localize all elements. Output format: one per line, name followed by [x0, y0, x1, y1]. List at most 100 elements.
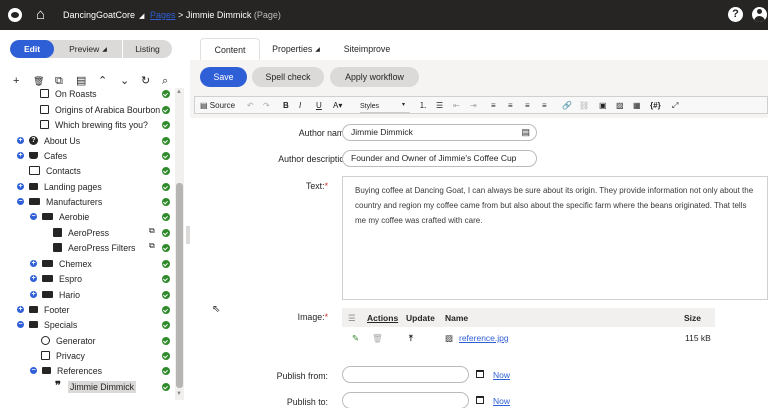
image-icon[interactable]: ▨: [616, 100, 624, 111]
tab-preview[interactable]: Preview ◢: [54, 40, 123, 58]
bulleted-list-icon[interactable]: ☰: [436, 100, 443, 111]
tree-node[interactable]: − Specials: [17, 317, 77, 332]
expand-icon[interactable]: +: [17, 306, 24, 313]
author-description-field[interactable]: Founder and Owner of Jimmie's Coffee Cup: [342, 150, 537, 167]
expand-icon[interactable]: +: [17, 183, 24, 190]
align-right-icon[interactable]: ≡: [525, 100, 530, 111]
publish-to-field[interactable]: [342, 392, 469, 408]
upload-icon[interactable]: ⤒: [409, 333, 413, 344]
move-up-icon[interactable]: ⌃: [98, 74, 107, 88]
expand-icon[interactable]: +: [30, 275, 37, 282]
home-icon[interactable]: ⌂: [36, 7, 45, 22]
tree-node[interactable]: − Aerobie: [30, 209, 89, 224]
menu-icon[interactable]: ☰: [348, 313, 356, 324]
contact-card-icon[interactable]: ▤: [521, 125, 530, 140]
tree-node[interactable]: Contacts: [29, 163, 81, 178]
widget-icon[interactable]: ▣: [599, 100, 607, 111]
tree-node[interactable]: + Landing pages: [17, 179, 102, 194]
save-button[interactable]: Save: [200, 67, 247, 87]
expand-icon[interactable]: +: [17, 152, 24, 159]
search-icon[interactable]: ⌕: [162, 74, 168, 88]
calendar-icon[interactable]: [476, 370, 484, 378]
macro-icon[interactable]: {#}: [650, 100, 661, 111]
collapse-icon[interactable]: −: [17, 321, 24, 328]
maximize-icon[interactable]: ⤢: [672, 100, 678, 111]
collapse-icon[interactable]: −: [17, 198, 24, 205]
user-avatar-icon[interactable]: [752, 7, 767, 22]
underline-icon[interactable]: U: [316, 100, 322, 111]
tree-node-selected[interactable]: ❞ Jimmie Dimmick: [55, 379, 137, 394]
collapse-icon[interactable]: −: [30, 367, 37, 374]
tab-properties[interactable]: Properties ◢: [260, 38, 332, 60]
redo-icon[interactable]: ↷: [263, 100, 270, 111]
tree-node[interactable]: AeroPress Filters: [53, 240, 135, 255]
delete-icon[interactable]: 🗑: [33, 74, 44, 88]
tree-node[interactable]: +? About Us: [17, 133, 80, 148]
calendar-icon[interactable]: [476, 396, 484, 404]
tree-node[interactable]: − Manufacturers: [17, 194, 102, 209]
tree-node[interactable]: + Espro: [30, 271, 82, 286]
publish-from-field[interactable]: [342, 366, 469, 383]
delete-icon[interactable]: 🗑: [372, 333, 383, 344]
tree-node[interactable]: Privacy: [41, 348, 85, 363]
author-name-field[interactable]: Jimmie Dimmick ▤: [342, 124, 537, 141]
edit-pencil-icon[interactable]: ✎: [352, 333, 359, 344]
expand-icon[interactable]: +: [30, 260, 37, 267]
move-down-icon[interactable]: ⌄: [120, 74, 129, 88]
tab-edit[interactable]: Edit: [10, 40, 54, 58]
justify-icon[interactable]: ≡: [542, 100, 547, 111]
tab-siteimprove[interactable]: Siteimprove: [332, 38, 402, 60]
outdent-icon[interactable]: ⇤: [453, 100, 460, 111]
text-color-icon[interactable]: A▾: [333, 100, 342, 111]
tree-node[interactable]: − References: [30, 363, 102, 378]
copy-icon[interactable]: ⧉: [55, 74, 63, 88]
kentico-logo-icon[interactable]: [8, 8, 22, 22]
move-icon[interactable]: ▤: [76, 74, 86, 88]
indent-icon[interactable]: ⇥: [470, 100, 477, 111]
publish-from-now-link[interactable]: Now: [493, 370, 510, 380]
attachment-name-link[interactable]: reference.jpg: [459, 333, 509, 343]
undo-icon[interactable]: ↶: [247, 100, 254, 111]
breadcrumb-pages-link[interactable]: Pages: [150, 10, 176, 20]
refresh-icon[interactable]: ↻: [141, 74, 150, 88]
tree-node[interactable]: Which brewing fits you?: [40, 117, 148, 132]
scroll-down-icon[interactable]: ▼: [176, 391, 182, 397]
italic-icon[interactable]: I: [299, 100, 301, 111]
text-editor[interactable]: Buying coffee at Dancing Goat, I can alw…: [342, 176, 768, 300]
bold-icon[interactable]: B: [283, 100, 289, 111]
styles-dropdown[interactable]: Styles ▾: [360, 100, 410, 113]
help-icon[interactable]: ?: [728, 7, 743, 22]
align-left-icon[interactable]: ≡: [491, 100, 496, 111]
publish-to-now-link[interactable]: Now: [493, 396, 510, 406]
column-actions[interactable]: Actions: [367, 313, 398, 323]
align-center-icon[interactable]: ≡: [508, 100, 513, 111]
site-selector[interactable]: DancingGoatCore ◢: [63, 10, 144, 20]
unlink-icon[interactable]: ⛓: [579, 100, 589, 111]
tree-node[interactable]: + Footer: [17, 302, 69, 317]
expand-icon[interactable]: +: [30, 291, 37, 298]
numbered-list-icon[interactable]: ⒈: [419, 100, 427, 111]
add-page-icon[interactable]: +: [13, 74, 19, 88]
tree-scrollbar[interactable]: ▲ ▼: [175, 88, 184, 400]
table-icon[interactable]: ▦: [633, 100, 641, 111]
tree-node[interactable]: Generator: [41, 333, 96, 348]
scroll-up-icon[interactable]: ▲: [176, 89, 182, 95]
link-icon[interactable]: 🔗: [562, 100, 572, 111]
source-button[interactable]: ▤ Source: [200, 100, 235, 111]
tab-listing[interactable]: Listing: [123, 40, 172, 58]
tree-node[interactable]: + Chemex: [30, 256, 92, 271]
collapse-icon[interactable]: −: [30, 213, 37, 220]
scrollbar-thumb[interactable]: [176, 183, 183, 388]
tree-node[interactable]: AeroPress: [53, 225, 109, 240]
external-link-icon[interactable]: ⧉: [149, 241, 155, 251]
tree-node[interactable]: Origins of Arabica Bourbon: [40, 102, 160, 117]
tree-node[interactable]: On Roasts: [40, 88, 97, 101]
expand-icon[interactable]: +: [17, 137, 24, 144]
tree-node[interactable]: + Hario: [30, 287, 80, 302]
tree-node[interactable]: + Cafes: [17, 148, 67, 163]
spell-check-button[interactable]: Spell check: [252, 67, 324, 87]
author-name-value: Jimmie Dimmick: [351, 127, 413, 137]
apply-workflow-button[interactable]: Apply workflow: [330, 67, 419, 87]
external-link-icon[interactable]: ⧉: [149, 226, 155, 236]
tab-content[interactable]: Content: [200, 38, 260, 60]
